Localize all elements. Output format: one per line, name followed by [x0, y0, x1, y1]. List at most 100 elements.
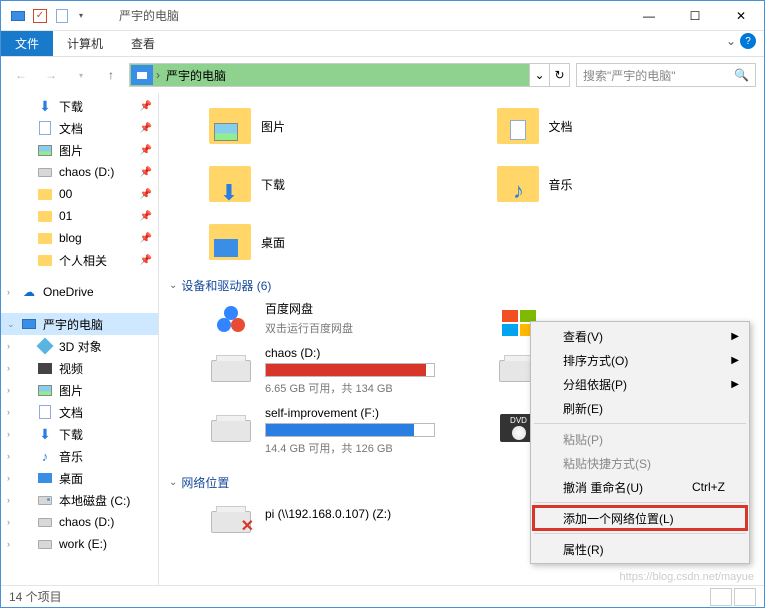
3d-icon [37, 338, 53, 354]
drive-usage-bar [265, 423, 435, 437]
context-menu-item[interactable]: 属性(R) [533, 537, 747, 561]
tree-expand-icon[interactable]: › [7, 495, 10, 505]
tab-view[interactable]: 查看 [117, 31, 169, 56]
tree-expand-icon[interactable]: › [7, 385, 10, 395]
sidebar-item-label: 文档 [59, 404, 83, 421]
pin-icon: 📌 [140, 233, 152, 244]
titlebar: ✓ ▾ 严宇的电脑 — ☐ ✕ [1, 1, 764, 31]
folder-item[interactable]: ♪ 音乐 [497, 157, 755, 211]
tab-computer[interactable]: 计算机 [53, 31, 117, 56]
nav-recent-dropdown[interactable]: ▾ [69, 63, 93, 87]
tree-expand-icon[interactable]: › [7, 407, 10, 417]
maximize-button[interactable]: ☐ [672, 1, 718, 31]
folder-item[interactable]: 文档 [497, 99, 755, 153]
sidebar-item[interactable]: ⬇ 下载 📌 [1, 95, 158, 117]
ribbon-expand-icon[interactable]: ⌄ [726, 34, 736, 48]
sidebar-item-label: 3D 对象 [59, 338, 102, 355]
device-drive[interactable]: self-improvement (F:) 14.4 GB 可用，共 126 G… [209, 406, 467, 456]
context-menu-item[interactable]: 撤消 重命名(U) Ctrl+Z [533, 475, 747, 499]
sidebar-item[interactable]: › work (E:) [1, 533, 158, 555]
tree-expand-icon[interactable]: › [7, 473, 10, 483]
sidebar-item[interactable]: blog 📌 [1, 227, 158, 249]
help-icon[interactable]: ? [740, 33, 756, 49]
sidebar-item-label: 00 [59, 187, 72, 201]
sidebar-item-thispc[interactable]: ⌄ 严宇的电脑 [1, 313, 158, 335]
tab-file[interactable]: 文件 [1, 31, 53, 56]
folder-label: 桌面 [261, 234, 285, 251]
drive-icon [211, 420, 251, 442]
section-devices-header[interactable]: ⌄ 设备和驱动器 (6) [169, 277, 754, 294]
minimize-button[interactable]: — [626, 1, 672, 31]
folder-item[interactable]: 桌面 [209, 215, 467, 269]
pic-icon [37, 382, 53, 398]
status-bar: 14 个项目 [1, 585, 764, 607]
qat-checkbox-icon[interactable]: ✓ [33, 9, 47, 23]
sidebar-item[interactable]: › chaos (D:) [1, 511, 158, 533]
sidebar-item-label: blog [59, 231, 82, 245]
navigation-sidebar[interactable]: ⬇ 下载 📌 文档 📌 图片 📌 chaos (D:) 📌 00 📌 01 📌 … [1, 93, 159, 585]
address-refresh-button[interactable]: ↻ [549, 64, 569, 86]
tree-collapse-icon[interactable]: ⌄ [7, 319, 15, 330]
device-baidu[interactable]: 百度网盘 双击运行百度网盘 [209, 300, 467, 336]
sidebar-item[interactable]: › ♪ 音乐 [1, 445, 158, 467]
device-drive[interactable]: chaos (D:) 6.65 GB 可用，共 134 GB [209, 346, 467, 396]
nav-forward-button[interactable]: → [39, 63, 63, 87]
tree-expand-icon[interactable]: › [7, 363, 10, 373]
context-menu-label: 添加一个网络位置(L) [563, 510, 674, 527]
nav-back-button[interactable]: ← [9, 63, 33, 87]
sidebar-item[interactable]: › ⬇ 下载 [1, 423, 158, 445]
doc-icon [37, 120, 53, 136]
sidebar-item-label: 视频 [59, 360, 83, 377]
context-menu-separator [534, 533, 746, 534]
view-icons-button[interactable] [734, 588, 756, 606]
qat-properties-icon[interactable] [51, 5, 73, 27]
sidebar-item[interactable]: › 3D 对象 [1, 335, 158, 357]
context-menu-item[interactable]: 刷新(E) [533, 396, 747, 420]
close-button[interactable]: ✕ [718, 1, 764, 31]
sidebar-item[interactable]: › 视频 [1, 357, 158, 379]
sidebar-item[interactable]: 01 📌 [1, 205, 158, 227]
qat-dropdown-icon[interactable]: ▾ [77, 11, 83, 20]
address-path[interactable]: 严宇的电脑 [160, 67, 529, 84]
context-menu-item[interactable]: 添加一个网络位置(L) [533, 506, 747, 530]
context-menu-label: 属性(R) [563, 541, 604, 558]
context-menu-separator [534, 423, 746, 424]
app-icon[interactable] [7, 5, 29, 27]
sidebar-item[interactable]: 个人相关 📌 [1, 249, 158, 271]
context-menu-item[interactable]: 排序方式(O) ▶ [533, 348, 747, 372]
tree-expand-icon[interactable]: › [7, 287, 10, 297]
folder-icon [497, 108, 539, 144]
section-header-label: 设备和驱动器 (6) [181, 277, 271, 294]
address-bar[interactable]: › 严宇的电脑 ⌄ ↻ [129, 63, 570, 87]
tree-expand-icon[interactable]: › [7, 517, 10, 527]
sidebar-item[interactable]: › 桌面 [1, 467, 158, 489]
sidebar-item[interactable]: 图片 📌 [1, 139, 158, 161]
sidebar-item-label: 本地磁盘 (C:) [59, 492, 130, 509]
address-dropdown-button[interactable]: ⌄ [529, 64, 549, 86]
tree-expand-icon[interactable]: › [7, 539, 10, 549]
sidebar-item-label: 桌面 [59, 470, 83, 487]
tree-expand-icon[interactable]: › [7, 451, 10, 461]
sidebar-item[interactable]: 00 📌 [1, 183, 158, 205]
context-menu-item[interactable]: 分组依据(P) ▶ [533, 372, 747, 396]
sidebar-item[interactable]: › 本地磁盘 (C:) [1, 489, 158, 511]
context-menu-item[interactable]: 查看(V) ▶ [533, 324, 747, 348]
sidebar-item-label: 图片 [59, 142, 83, 159]
chevron-down-icon: ⌄ [169, 477, 177, 488]
search-input[interactable]: 搜索"严宇的电脑" 🔍 [576, 63, 756, 87]
folder-item[interactable]: 图片 [209, 99, 467, 153]
folder-icon [37, 208, 53, 224]
submenu-arrow-icon: ▶ [731, 379, 739, 390]
sidebar-item-onedrive[interactable]: › ☁ OneDrive [1, 281, 158, 303]
address-pc-icon [131, 65, 153, 85]
section-header-label: 网络位置 [181, 474, 229, 491]
view-details-button[interactable] [710, 588, 732, 606]
sidebar-item[interactable]: › 文档 [1, 401, 158, 423]
folder-item[interactable]: ⬇ 下载 [209, 157, 467, 211]
tree-expand-icon[interactable]: › [7, 341, 10, 351]
nav-up-button[interactable]: ↑ [99, 63, 123, 87]
sidebar-item[interactable]: › 图片 [1, 379, 158, 401]
sidebar-item[interactable]: chaos (D:) 📌 [1, 161, 158, 183]
tree-expand-icon[interactable]: › [7, 429, 10, 439]
sidebar-item[interactable]: 文档 📌 [1, 117, 158, 139]
